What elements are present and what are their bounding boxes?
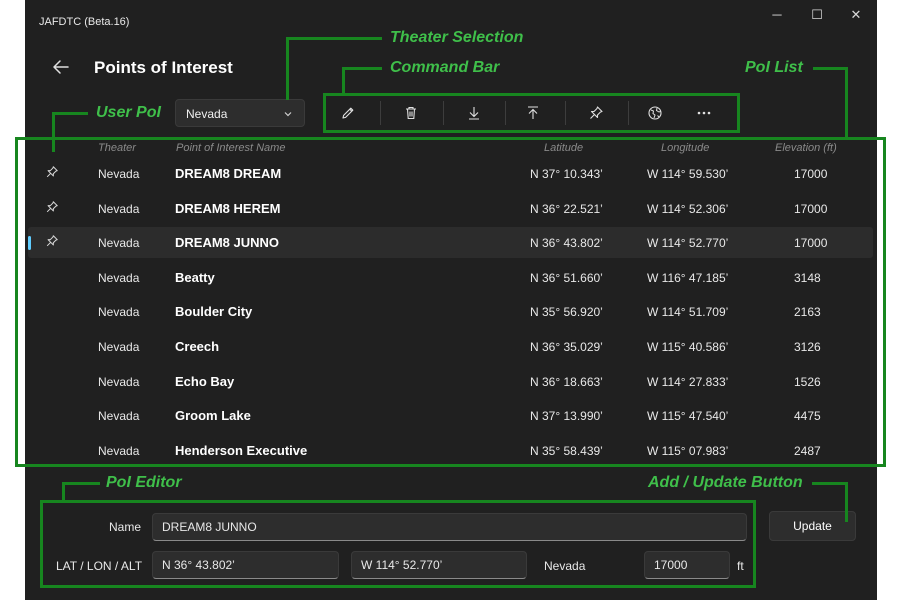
command-bar-connector (342, 67, 382, 70)
poi-editor-highlight (40, 500, 756, 588)
theater-selection-connector (286, 37, 382, 40)
close-button[interactable]: ✕ (845, 6, 867, 24)
chevron-down-icon (284, 112, 292, 117)
user-poi-connector (52, 112, 55, 152)
add-update-connector (812, 482, 848, 485)
user-poi-label: User PoI (96, 104, 161, 121)
arrow-left-icon (53, 60, 69, 74)
page-title: Points of Interest (94, 58, 233, 77)
poi-list-connector (845, 67, 848, 138)
theater-selection-label: Theater Selection (390, 29, 524, 46)
poi-list-highlight (15, 137, 886, 467)
theater-select-value: Nevada (186, 107, 228, 121)
poi-editor-label: PoI Editor (106, 474, 182, 491)
back-button[interactable] (50, 56, 72, 78)
poi-list-connector (813, 67, 848, 70)
theater-selection-connector (286, 37, 289, 100)
update-button[interactable]: Update (769, 511, 856, 541)
add-update-connector (845, 482, 848, 522)
poi-list-label: PoI List (745, 59, 803, 76)
command-bar-connector (342, 67, 345, 94)
user-poi-connector (52, 112, 88, 115)
maximize-button[interactable]: ☐ (806, 6, 828, 24)
command-bar-highlight (323, 93, 740, 133)
add-update-button-label: Add / Update Button (648, 474, 803, 491)
minimize-button[interactable]: ─ (766, 6, 788, 24)
theater-select[interactable]: Nevada (175, 99, 305, 127)
command-bar-label: Command Bar (390, 59, 500, 76)
window-title: JAFDTC (Beta.16) (39, 16, 130, 28)
poi-editor-connector (62, 482, 100, 485)
